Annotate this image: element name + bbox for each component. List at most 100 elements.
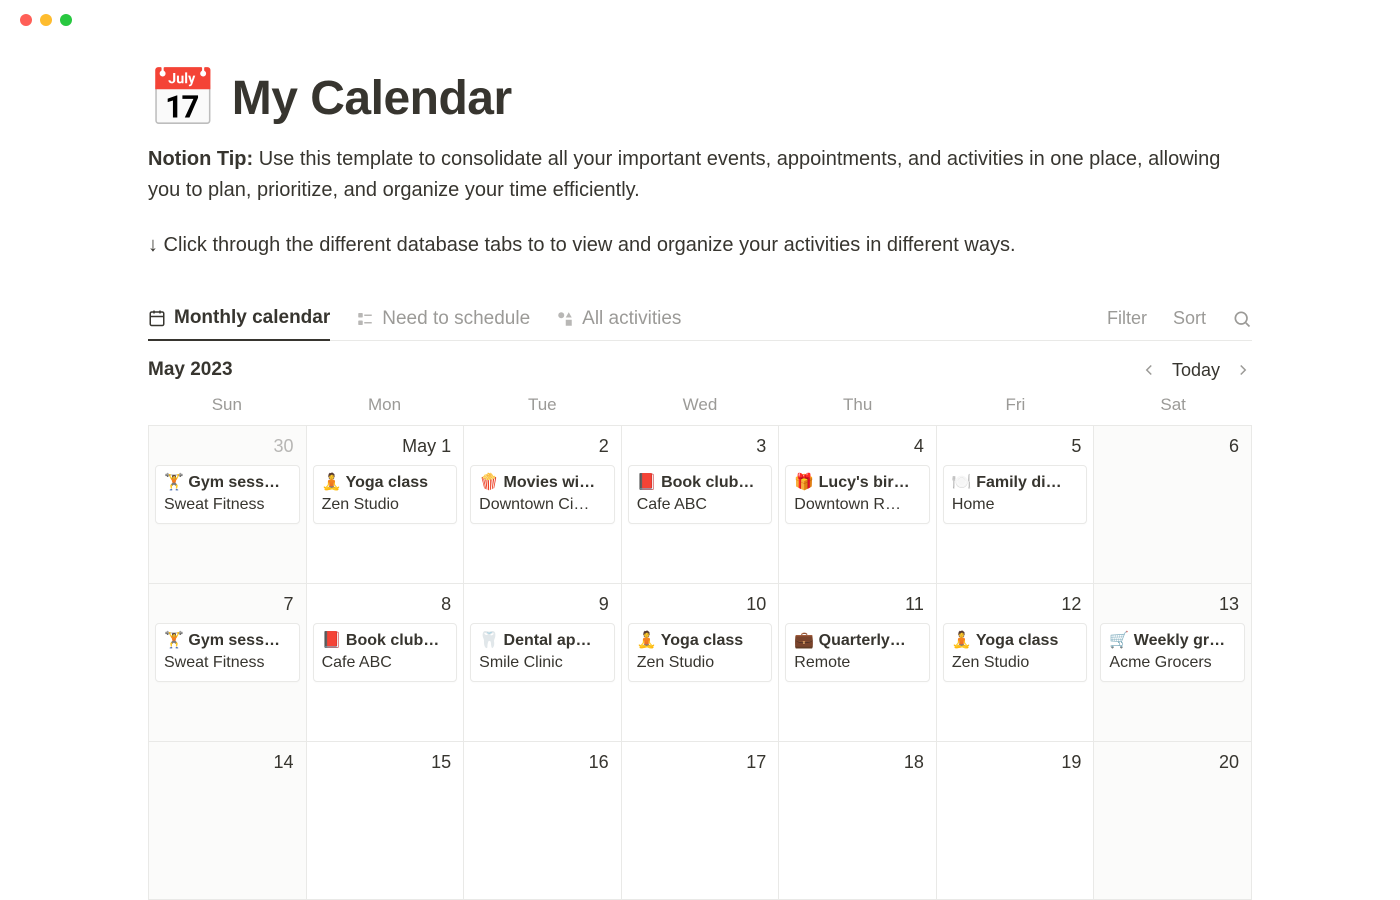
tip-text: Notion Tip: Use this template to consoli… — [148, 144, 1252, 206]
tip-label: Notion Tip: — [148, 148, 253, 170]
date-number: 2 — [470, 432, 615, 465]
event-card[interactable]: 💼 Quarterly…Remote — [785, 623, 930, 682]
date-number: 30 — [155, 432, 300, 465]
event-location: Sweat Fitness — [164, 494, 291, 516]
page-content: 📅 My Calendar Notion Tip: Use this templ… — [0, 40, 1400, 900]
event-location: Zen Studio — [637, 652, 764, 674]
event-title: 🧘 Yoga class — [322, 472, 449, 494]
event-card[interactable]: 🧘 Yoga classZen Studio — [628, 623, 773, 682]
calendar-cell[interactable]: 4🎁 Lucy's bir…Downtown R… — [779, 426, 937, 584]
page-title[interactable]: My Calendar — [232, 71, 512, 126]
date-number: 12 — [943, 590, 1088, 623]
tab-need-to-schedule[interactable]: Need to schedule — [356, 297, 530, 340]
calendar-cell[interactable]: 14 — [149, 742, 307, 900]
event-location: Cafe ABC — [637, 494, 764, 516]
fullscreen-window-button[interactable] — [60, 14, 72, 26]
search-icon[interactable] — [1232, 309, 1252, 329]
event-title: 📕 Book club… — [637, 472, 764, 494]
event-location: Remote — [794, 652, 921, 674]
window-titlebar — [0, 0, 1400, 40]
event-card[interactable]: 🦷 Dental ap…Smile Clinic — [470, 623, 615, 682]
page-header: 📅 My Calendar — [148, 70, 1252, 126]
date-number: 15 — [313, 748, 458, 781]
calendar-cell[interactable]: 3📕 Book club…Cafe ABC — [622, 426, 780, 584]
prev-month-button[interactable] — [1140, 361, 1158, 379]
date-number: 6 — [1100, 432, 1245, 465]
date-number: 11 — [785, 590, 930, 623]
event-card[interactable]: 🛒 Weekly gr…Acme Grocers — [1100, 623, 1245, 682]
calendar-cell[interactable]: 10🧘 Yoga classZen Studio — [622, 584, 780, 742]
calendar-cell[interactable]: 6 — [1094, 426, 1252, 584]
calendar-cell[interactable]: 15 — [307, 742, 465, 900]
event-location: Sweat Fitness — [164, 652, 291, 674]
event-location: Cafe ABC — [322, 652, 449, 674]
today-button[interactable]: Today — [1172, 360, 1220, 381]
event-title: 💼 Quarterly… — [794, 630, 921, 652]
page-icon[interactable]: 📅 — [148, 70, 218, 126]
event-title: 🍿 Movies wi… — [479, 472, 606, 494]
dow-label: Thu — [779, 395, 937, 425]
event-title: 📕 Book club… — [322, 630, 449, 652]
date-number: 14 — [155, 748, 300, 781]
event-card[interactable]: 🏋️ Gym sess…Sweat Fitness — [155, 465, 300, 524]
dow-label: Mon — [306, 395, 464, 425]
sort-button[interactable]: Sort — [1173, 308, 1206, 329]
calendar-cell[interactable]: May 1🧘 Yoga classZen Studio — [307, 426, 465, 584]
event-location: Zen Studio — [322, 494, 449, 516]
calendar-cell[interactable]: 13🛒 Weekly gr…Acme Grocers — [1094, 584, 1252, 742]
event-location: Home — [952, 494, 1079, 516]
tip-body: Use this template to consolidate all you… — [148, 148, 1220, 201]
calendar-icon — [148, 309, 166, 327]
calendar-cell[interactable]: 7🏋️ Gym sess…Sweat Fitness — [149, 584, 307, 742]
event-location: Acme Grocers — [1109, 652, 1236, 674]
event-location: Downtown R… — [794, 494, 921, 516]
calendar-cell[interactable]: 30🏋️ Gym sess…Sweat Fitness — [149, 426, 307, 584]
event-card[interactable]: 🎁 Lucy's bir…Downtown R… — [785, 465, 930, 524]
event-card[interactable]: 🍽️ Family di…Home — [943, 465, 1088, 524]
event-card[interactable]: 🍿 Movies wi…Downtown Ci… — [470, 465, 615, 524]
event-location: Downtown Ci… — [479, 494, 606, 516]
event-card[interactable]: 🏋️ Gym sess…Sweat Fitness — [155, 623, 300, 682]
calendar-cell[interactable]: 9🦷 Dental ap…Smile Clinic — [464, 584, 622, 742]
calendar-cell[interactable]: 2🍿 Movies wi…Downtown Ci… — [464, 426, 622, 584]
date-number: 7 — [155, 590, 300, 623]
calendar-cell[interactable]: 16 — [464, 742, 622, 900]
date-number: 10 — [628, 590, 773, 623]
next-month-button[interactable] — [1234, 361, 1252, 379]
minimize-window-button[interactable] — [40, 14, 52, 26]
event-location: Zen Studio — [952, 652, 1079, 674]
checklist-icon — [356, 310, 374, 328]
calendar-cell[interactable]: 11💼 Quarterly…Remote — [779, 584, 937, 742]
event-card[interactable]: 🧘 Yoga classZen Studio — [313, 465, 458, 524]
database-tabs: Monthly calendar Need to schedule All ac… — [148, 297, 1252, 341]
dow-label: Fri — [937, 395, 1095, 425]
close-window-button[interactable] — [20, 14, 32, 26]
date-number: 20 — [1100, 748, 1245, 781]
filter-button[interactable]: Filter — [1107, 308, 1147, 329]
event-title: 🧘 Yoga class — [637, 630, 764, 652]
calendar-cell[interactable]: 5🍽️ Family di…Home — [937, 426, 1095, 584]
calendar-cell[interactable]: 20 — [1094, 742, 1252, 900]
calendar-cell[interactable]: 19 — [937, 742, 1095, 900]
event-card[interactable]: 📕 Book club…Cafe ABC — [313, 623, 458, 682]
event-title: 🎁 Lucy's bir… — [794, 472, 921, 494]
date-number: 3 — [628, 432, 773, 465]
tab-all-activities[interactable]: All activities — [556, 297, 681, 340]
shapes-icon — [556, 310, 574, 328]
date-number: 13 — [1100, 590, 1245, 623]
event-card[interactable]: 📕 Book club…Cafe ABC — [628, 465, 773, 524]
dow-label: Sun — [148, 395, 306, 425]
event-title: 🦷 Dental ap… — [479, 630, 606, 652]
date-number: May 1 — [313, 432, 458, 465]
date-number: 17 — [628, 748, 773, 781]
dow-label: Tue — [463, 395, 621, 425]
calendar-cell[interactable]: 12🧘 Yoga classZen Studio — [937, 584, 1095, 742]
event-title: 🏋️ Gym sess… — [164, 630, 291, 652]
calendar-cell[interactable]: 18 — [779, 742, 937, 900]
calendar-cell[interactable]: 8📕 Book club…Cafe ABC — [307, 584, 465, 742]
event-location: Smile Clinic — [479, 652, 606, 674]
calendar-cell[interactable]: 17 — [622, 742, 780, 900]
event-card[interactable]: 🧘 Yoga classZen Studio — [943, 623, 1088, 682]
day-of-week-row: SunMonTueWedThuFriSat — [148, 395, 1252, 425]
tab-monthly-calendar[interactable]: Monthly calendar — [148, 298, 330, 341]
